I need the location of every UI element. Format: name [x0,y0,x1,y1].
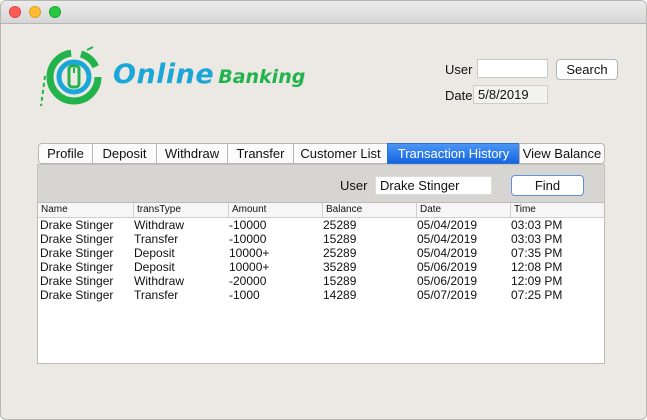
cell-name: Drake Stinger [40,232,114,246]
cell-date: 05/04/2019 [417,218,478,232]
column-header-name[interactable]: Name [38,203,133,217]
cell-name: Drake Stinger [40,218,114,232]
cell-time: 07:25 PM [511,288,563,302]
cell-transtype: Transfer [134,288,179,302]
column-header-time[interactable]: Time [510,203,604,217]
column-header-date[interactable]: Date [416,203,510,217]
minimize-window-button[interactable] [29,6,41,18]
online-banking-logo-icon [40,46,102,107]
cell-amount: 10000+ [229,260,270,274]
cell-transtype: Transfer [134,232,179,246]
cell-date: 05/04/2019 [417,232,478,246]
cell-balance: 35289 [323,260,357,274]
cell-balance: 15289 [323,232,357,246]
title-bar [1,1,646,24]
filter-user-label: User [340,178,368,193]
table-row[interactable]: Drake Stinger Transfer -1000 14289 05/07… [38,288,604,302]
cell-name: Drake Stinger [40,288,114,302]
cell-time: 03:03 PM [511,232,563,246]
app-window: Online Banking User Search Date 5/8/2019 … [0,0,647,420]
search-button[interactable]: Search [556,59,618,80]
cell-amount: 10000+ [229,246,270,260]
tab-transaction-history[interactable]: Transaction History [387,143,519,164]
tab-view-balance[interactable]: View Balance [519,143,605,164]
column-header-balance[interactable]: Balance [322,203,416,217]
find-button[interactable]: Find [511,175,584,196]
table-row[interactable]: Drake Stinger Deposit 10000+ 35289 05/06… [38,260,604,274]
brand-main-text: Online [113,59,215,90]
cell-name: Drake Stinger [40,260,114,274]
cell-time: 12:08 PM [511,260,563,274]
cell-balance: 14289 [323,288,357,302]
cell-time: 07:35 PM [511,246,563,260]
user-input[interactable] [477,59,548,78]
tab-withdraw[interactable]: Withdraw [156,143,227,164]
cell-balance: 15289 [323,274,357,288]
cell-transtype: Deposit [134,246,175,260]
cell-amount: -10000 [229,232,267,246]
table-row[interactable]: Drake Stinger Withdraw -10000 25289 05/0… [38,218,604,232]
column-header-amount[interactable]: Amount [228,203,322,217]
tab-profile[interactable]: Profile [38,143,92,164]
cell-time: 03:03 PM [511,218,563,232]
table-row[interactable]: Drake Stinger Deposit 10000+ 25289 05/04… [38,246,604,260]
filter-user-input[interactable]: Drake Stinger [375,176,492,195]
cell-date: 05/04/2019 [417,246,478,260]
cell-name: Drake Stinger [40,246,114,260]
cell-time: 12:09 PM [511,274,563,288]
cell-name: Drake Stinger [40,274,114,288]
transaction-table: Name transType Amount Balance Date Time … [37,202,605,364]
table-row[interactable]: Drake Stinger Withdraw -20000 15289 05/0… [38,274,604,288]
cell-date: 05/06/2019 [417,260,478,274]
close-window-button[interactable] [9,6,21,18]
cell-transtype: Withdraw [134,218,185,232]
cell-transtype: Withdraw [134,274,185,288]
cell-amount: -20000 [229,274,267,288]
tab-bar: Profile Deposit Withdraw Transfer Custom… [38,143,605,164]
table-header: Name transType Amount Balance Date Time [38,203,604,218]
cell-amount: -1000 [229,288,260,302]
brand-sub-text: Banking [218,66,306,88]
user-label: User [445,62,473,77]
cell-date: 05/07/2019 [417,288,478,302]
cell-transtype: Deposit [134,260,175,274]
zoom-window-button[interactable] [49,6,61,18]
tab-deposit[interactable]: Deposit [92,143,156,164]
table-row[interactable]: Drake Stinger Transfer -10000 15289 05/0… [38,232,604,246]
tab-customer-list[interactable]: Customer List [293,143,387,164]
cell-date: 05/06/2019 [417,274,478,288]
tab-transfer[interactable]: Transfer [227,143,293,164]
cell-balance: 25289 [323,218,357,232]
column-header-transtype[interactable]: transType [133,203,228,217]
date-label: Date [445,88,473,103]
brand-name: Online Banking [113,59,305,90]
cell-amount: -10000 [229,218,267,232]
date-field: 5/8/2019 [473,85,548,104]
cell-balance: 25289 [323,246,357,260]
